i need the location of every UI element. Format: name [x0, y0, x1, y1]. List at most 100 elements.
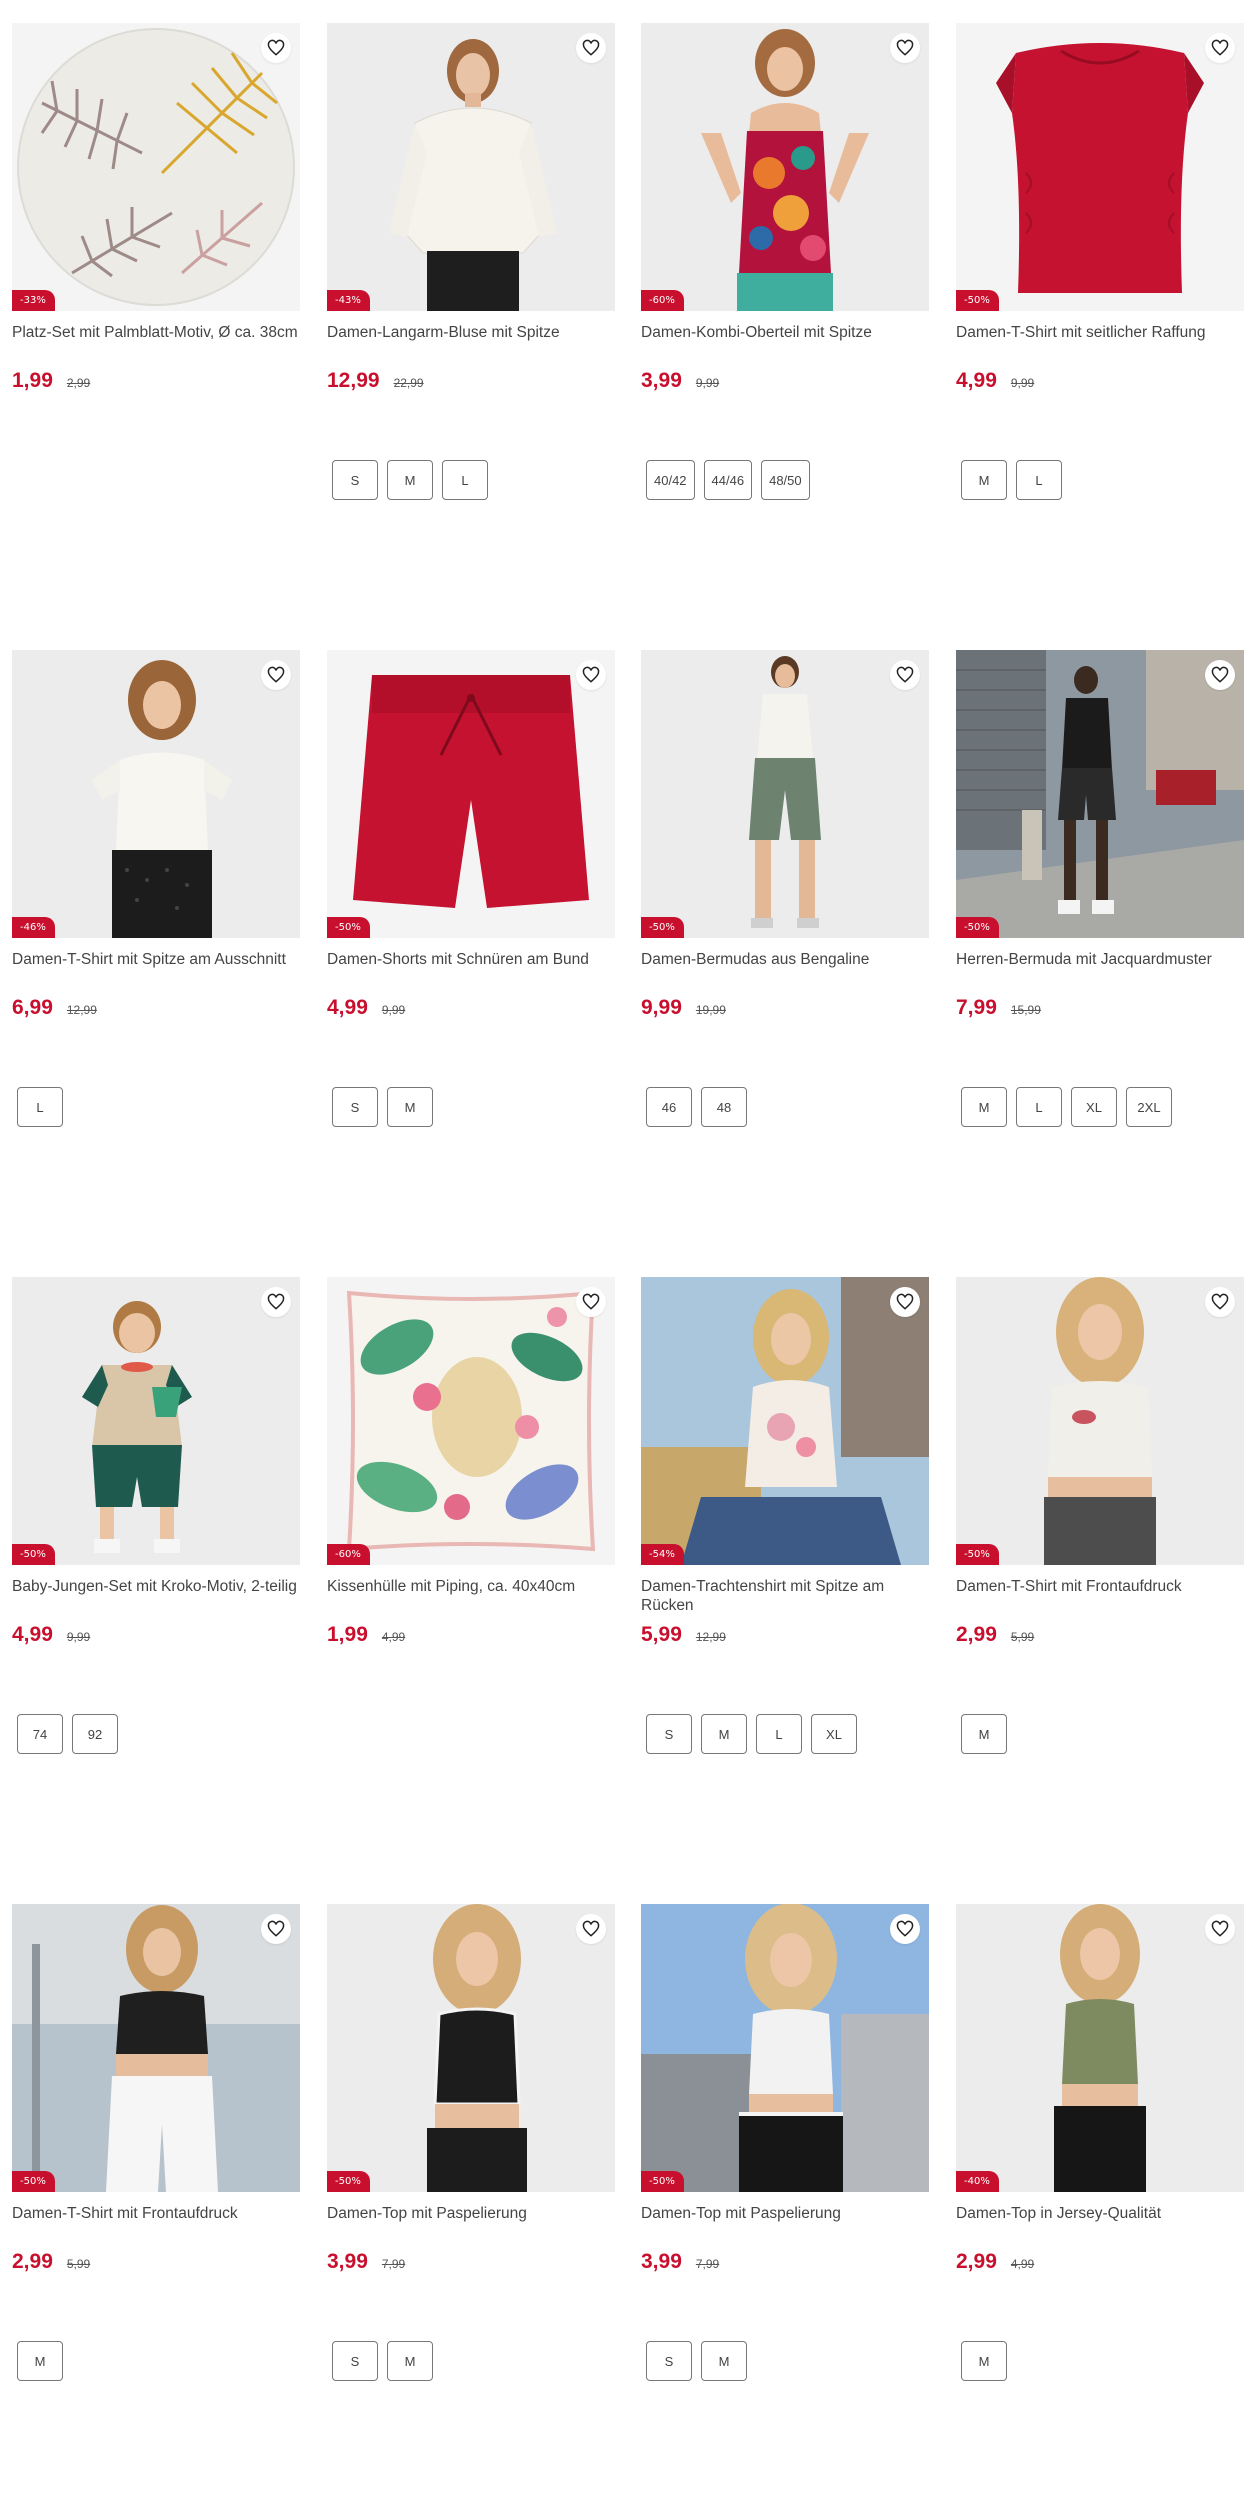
wishlist-heart-icon[interactable] [1205, 33, 1235, 63]
product-card[interactable]: -50% Damen-Top mit Paspelierung 3,99 7,9… [641, 1904, 929, 2381]
size-option[interactable]: 2XL [1126, 1087, 1172, 1127]
price-row: 3,99 7,99 [641, 2250, 929, 2282]
product-image[interactable]: -60% [327, 1277, 615, 1565]
product-image[interactable]: -54% [641, 1277, 929, 1565]
product-image[interactable]: -50% [641, 650, 929, 938]
product-image[interactable]: -46% [12, 650, 300, 938]
model-photo [956, 1277, 1244, 1565]
size-option[interactable]: S [646, 1714, 692, 1754]
discount-badge: -50% [956, 917, 999, 938]
product-image[interactable]: -50% [956, 1277, 1244, 1565]
product-card[interactable]: -40% Damen-Top in Jersey-Qualität 2,99 4… [956, 1904, 1244, 2381]
product-name[interactable]: Damen-Top mit Paspelierung [327, 2204, 615, 2248]
product-name[interactable]: Damen-T-Shirt mit Spitze am Ausschnitt [12, 950, 300, 994]
product-card[interactable]: -50% Damen-T-Shirt mit seitlicher Raffun… [956, 23, 1244, 500]
size-option[interactable]: 48/50 [761, 460, 810, 500]
size-option[interactable]: XL [1071, 1087, 1117, 1127]
size-option[interactable]: 48 [701, 1087, 747, 1127]
product-name[interactable]: Damen-Top mit Paspelierung [641, 2204, 929, 2248]
size-option[interactable]: L [17, 1087, 63, 1127]
size-option[interactable]: M [387, 2341, 433, 2381]
product-card[interactable]: -54% Damen-Trachtenshirt mit Spitze am R… [641, 1277, 929, 1754]
wishlist-heart-icon[interactable] [890, 660, 920, 690]
wishlist-heart-icon[interactable] [1205, 660, 1235, 690]
product-name[interactable]: Baby-Jungen-Set mit Kroko-Motiv, 2-teili… [12, 1577, 300, 1621]
wishlist-heart-icon[interactable] [890, 1287, 920, 1317]
product-card[interactable]: -50% Damen-Top mit Paspelierung 3,99 7,9… [327, 1904, 615, 2381]
size-option[interactable]: 92 [72, 1714, 118, 1754]
wishlist-heart-icon[interactable] [576, 1914, 606, 1944]
price-row: 7,99 15,99 [956, 996, 1244, 1028]
size-option[interactable]: L [756, 1714, 802, 1754]
size-option[interactable]: L [442, 460, 488, 500]
wishlist-heart-icon[interactable] [576, 1287, 606, 1317]
size-option[interactable]: M [17, 2341, 63, 2381]
product-name[interactable]: Kissenhülle mit Piping, ca. 40x40cm [327, 1577, 615, 1621]
product-name[interactable]: Damen-T-Shirt mit seitlicher Raffung [956, 323, 1244, 367]
product-card[interactable]: -50% Damen-Shorts mit Schnüren am Bund 4… [327, 650, 615, 1127]
product-name[interactable]: Damen-Trachtenshirt mit Spitze am Rücken [641, 1577, 929, 1621]
product-image[interactable]: -40% [956, 1904, 1244, 2192]
size-option[interactable]: M [961, 460, 1007, 500]
size-option[interactable]: 46 [646, 1087, 692, 1127]
price-row: 3,99 7,99 [327, 2250, 615, 2282]
size-option[interactable]: XL [811, 1714, 857, 1754]
product-name[interactable]: Damen-Top in Jersey-Qualität [956, 2204, 1244, 2248]
product-card[interactable]: -50% Baby-Jungen-Set mit Kroko-Motiv, 2-… [12, 1277, 300, 1754]
product-name[interactable]: Damen-Shorts mit Schnüren am Bund [327, 950, 615, 994]
size-option[interactable]: L [1016, 1087, 1062, 1127]
product-image[interactable]: -50% [641, 1904, 929, 2192]
size-option[interactable]: M [961, 2341, 1007, 2381]
size-option[interactable]: S [332, 460, 378, 500]
wishlist-heart-icon[interactable] [890, 1914, 920, 1944]
product-name[interactable]: Damen-Bermudas aus Bengaline [641, 950, 929, 994]
wishlist-heart-icon[interactable] [1205, 1287, 1235, 1317]
product-name[interactable]: Damen-T-Shirt mit Frontaufdruck [12, 2204, 300, 2248]
product-name[interactable]: Damen-Kombi-Oberteil mit Spitze [641, 323, 929, 367]
product-image[interactable]: -50% [956, 23, 1244, 311]
wishlist-heart-icon[interactable] [261, 33, 291, 63]
product-card[interactable]: -60% Kissenhülle mit Piping, ca. 40x40cm… [327, 1277, 615, 1655]
product-image[interactable]: -50% [12, 1277, 300, 1565]
size-option[interactable]: 44/46 [703, 460, 753, 500]
product-name[interactable]: Damen-Langarm-Bluse mit Spitze [327, 323, 615, 367]
product-image[interactable]: -60% [641, 23, 929, 311]
wishlist-heart-icon[interactable] [261, 1287, 291, 1317]
product-card[interactable]: -50% Herren-Bermuda mit Jacquardmuster 7… [956, 650, 1244, 1127]
wishlist-heart-icon[interactable] [576, 33, 606, 63]
wishlist-heart-icon[interactable] [261, 660, 291, 690]
size-option[interactable]: M [961, 1714, 1007, 1754]
product-image[interactable]: -43% [327, 23, 615, 311]
size-option[interactable]: M [701, 2341, 747, 2381]
size-option[interactable]: 74 [17, 1714, 63, 1754]
product-card[interactable]: -43% Damen-Langarm-Bluse mit Spitze 12,9… [327, 23, 615, 500]
size-option[interactable]: 40/42 [646, 460, 695, 500]
size-option[interactable]: M [387, 1087, 433, 1127]
wishlist-heart-icon[interactable] [261, 1914, 291, 1944]
product-image[interactable]: -50% [327, 650, 615, 938]
product-image[interactable]: -50% [956, 650, 1244, 938]
product-card[interactable]: -50% Damen-T-Shirt mit Frontaufdruck 2,9… [12, 1904, 300, 2381]
wishlist-heart-icon[interactable] [1205, 1914, 1235, 1944]
wishlist-heart-icon[interactable] [890, 33, 920, 63]
size-option[interactable]: S [646, 2341, 692, 2381]
product-name[interactable]: Platz-Set mit Palmblatt-Motiv, Ø ca. 38c… [12, 323, 300, 367]
product-image[interactable]: -33% [12, 23, 300, 311]
wishlist-heart-icon[interactable] [576, 660, 606, 690]
product-image[interactable]: -50% [12, 1904, 300, 2192]
size-option[interactable]: S [332, 1087, 378, 1127]
size-option[interactable]: M [701, 1714, 747, 1754]
current-price: 2,99 [12, 2250, 53, 2273]
size-option[interactable]: L [1016, 460, 1062, 500]
size-option[interactable]: S [332, 2341, 378, 2381]
product-card[interactable]: -60% Damen-Kombi-Oberteil mit Spitze 3,9… [641, 23, 929, 500]
product-card[interactable]: -33% Platz-Set mit Palmblatt-Motiv, Ø ca… [12, 23, 300, 401]
size-option[interactable]: M [387, 460, 433, 500]
product-card[interactable]: -46% Damen-T-Shirt mit Spitze am Ausschn… [12, 650, 300, 1127]
size-option[interactable]: M [961, 1087, 1007, 1127]
product-image[interactable]: -50% [327, 1904, 615, 2192]
product-card[interactable]: -50% Damen-Bermudas aus Bengaline 9,99 1… [641, 650, 929, 1127]
product-name[interactable]: Herren-Bermuda mit Jacquardmuster [956, 950, 1244, 994]
product-name[interactable]: Damen-T-Shirt mit Frontaufdruck [956, 1577, 1244, 1621]
product-card[interactable]: -50% Damen-T-Shirt mit Frontaufdruck 2,9… [956, 1277, 1244, 1754]
